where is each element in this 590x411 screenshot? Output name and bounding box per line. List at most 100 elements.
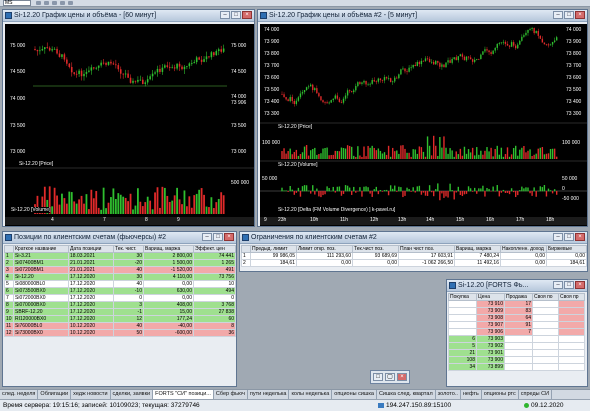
workspace-tab[interactable]: Сишка след. квартал	[376, 390, 436, 399]
column-header[interactable]: Лимит откр. поз.	[296, 245, 353, 253]
table-row[interactable]: 11 Si76000BL0 10.12.2020 40 -40,00 8	[4, 322, 236, 330]
table-row[interactable]: 10 RI120000BX0 17.12.2020 12 177,24 60	[4, 315, 236, 323]
workspace-tab[interactable]: спреды СИ	[518, 390, 553, 399]
workspace-tab[interactable]: опционы ртс	[481, 390, 519, 399]
close-button[interactable]: ×	[224, 233, 234, 241]
workspace-tab[interactable]: след. неделя	[0, 390, 39, 399]
positions-table[interactable]: Краткое название Дата позиции Тек. чист.…	[4, 245, 236, 337]
close-button[interactable]: ×	[242, 11, 252, 19]
tool-icon[interactable]	[36, 1, 41, 5]
maximize-button[interactable]: □	[231, 11, 241, 19]
ask-row[interactable]: 73 908 64	[448, 314, 585, 322]
limits-window[interactable]: Ограничения по клиентским счетам #2 – □ × …	[239, 231, 588, 272]
table-row[interactable]: 6 Si073500BX0 17.12.2020 -10 630,00 494	[4, 287, 236, 295]
delta-bar	[533, 187, 535, 192]
maximize-button[interactable]: □	[213, 233, 223, 241]
workspace-tab[interactable]: FORTS "СИ" позици...	[153, 390, 214, 399]
titlebar[interactable]: Si-12.20 График цены и объёма - [60 мину…	[3, 10, 254, 22]
tool-icon[interactable]	[44, 1, 49, 5]
minimized-window[interactable]: □ ▢ ×	[370, 370, 410, 384]
maximize-button[interactable]: □	[564, 233, 574, 241]
ask-row[interactable]: 73 906 7	[448, 328, 585, 336]
workspace-tab[interactable]: пути неделька	[247, 390, 290, 399]
volume-bar	[80, 195, 83, 214]
column-header[interactable]: Своя пр	[558, 293, 585, 301]
tool-icon[interactable]	[68, 1, 73, 5]
workspace-tab[interactable]: хедж новости	[71, 390, 111, 399]
table-row[interactable]: 4 Si-12.20 17.12.2020 30 4 110,00 73 756	[4, 273, 236, 281]
bid-row[interactable]: 5 73 902	[448, 342, 585, 350]
ask-row[interactable]: 73 907 91	[448, 321, 585, 329]
tool-icon[interactable]	[60, 1, 65, 5]
order-book-table[interactable]: Покупка Цена Продажа Своя по Своя пр 73 …	[448, 293, 585, 371]
column-header[interactable]: Краткое название	[13, 245, 69, 253]
restore-button[interactable]: □	[373, 373, 383, 381]
workspace-tab[interactable]: колы неделька	[289, 390, 333, 399]
column-header[interactable]: Продажа	[504, 293, 533, 301]
column-header[interactable]: Цена	[476, 293, 505, 301]
tool-icon[interactable]	[52, 1, 57, 5]
ask-row[interactable]: 73 909 83	[448, 307, 585, 315]
table-row[interactable]: 9 SBRF-12.20 17.12.2020 -1 15,00 27 838	[4, 308, 236, 316]
titlebar[interactable]: Позиции по клиентским счетам (фьючерсы) …	[3, 232, 236, 244]
bid-row[interactable]: 6 73 903	[448, 335, 585, 343]
titlebar[interactable]: Si-12.20 График цены и объёма #2 - [5 ми…	[258, 10, 587, 22]
maximize-button[interactable]: ▢	[385, 373, 395, 381]
column-header[interactable]	[4, 245, 14, 253]
minimize-button[interactable]: –	[553, 11, 563, 19]
bid-row[interactable]: 34 73 899	[448, 363, 585, 371]
titlebar[interactable]: Ограничения по клиентским счетам #2 – □ ×	[240, 232, 587, 244]
close-button[interactable]: ×	[575, 11, 585, 19]
maximize-button[interactable]: □	[564, 281, 574, 289]
table-row[interactable]: 7 Si072000BX0 17.12.2020 0 0,00 0	[4, 294, 236, 302]
table-row[interactable]: 1 99 986,05 111 293,60 93 689,69 17 603,91 7 …	[241, 252, 587, 260]
column-header[interactable]: Тек. чист.	[113, 245, 144, 253]
positions-window[interactable]: Позиции по клиентским счетам (фьючерсы) …	[2, 231, 237, 387]
workspace-tab[interactable]: сделки, заявки	[110, 390, 154, 399]
column-header[interactable]	[241, 245, 251, 253]
chart-canvas[interactable]: 74 000 73 900 73 800 73 700 73 600 73 50…	[260, 24, 587, 226]
bid-row[interactable]: 21 73 901	[448, 349, 585, 357]
minimize-button[interactable]: –	[553, 233, 563, 241]
chart-window-60min[interactable]: Si-12.20 График цены и объёма - [60 мину…	[2, 9, 255, 227]
minimize-button[interactable]: –	[202, 233, 212, 241]
minimize-button[interactable]: –	[553, 281, 563, 289]
column-header[interactable]: Своя по	[532, 293, 559, 301]
table-row[interactable]: 8 Si070000BX0 17.12.2020 3 408,00 3 768	[4, 301, 236, 309]
workspace-tab[interactable]: золото..	[435, 390, 461, 399]
ask-row[interactable]: 73 910 17	[448, 300, 585, 308]
table-row[interactable]: 2 Si07400BM1 21.01.2021 -20 1 500,00 1 265	[4, 259, 236, 267]
close-button[interactable]: ×	[575, 233, 585, 241]
column-header[interactable]: Эффект. цен	[193, 245, 236, 253]
column-header[interactable]: Вариац. маржа	[143, 245, 194, 253]
table-row[interactable]: 12 Si73000BX0 10.12.2020 50 -600,00 36	[4, 329, 236, 337]
table-row[interactable]: 3 Si07200BM1 21.01.2021 40 -1 520,00 491	[4, 266, 236, 274]
order-book-window[interactable]: Si-12.20 [FORTS Фь... – □ × Покупка Цена П…	[446, 279, 588, 387]
table-row[interactable]: 5 Si080000BL0 17.12.2020 40 0,00 10	[4, 280, 236, 288]
close-button[interactable]: ×	[397, 373, 407, 381]
table-row[interactable]: 1 Si-3.21 18.03.2021 30 2 800,00 74 441	[4, 252, 236, 260]
column-header[interactable]: Накопленн. доход	[500, 245, 547, 253]
workspace-tab[interactable]: Облигации	[38, 390, 72, 399]
column-header[interactable]: Тек.чист поз.	[352, 245, 399, 253]
titlebar[interactable]: Si-12.20 [FORTS Фь... – □ ×	[447, 280, 587, 292]
column-header[interactable]: Предыд. лимит	[250, 245, 297, 253]
close-button[interactable]: ×	[575, 281, 585, 289]
column-header[interactable]: План чист поз.	[398, 245, 455, 253]
volume-bar	[531, 156, 533, 159]
chart-canvas[interactable]: 75 000 74 500 74 000 73 500 73 000 75 00…	[5, 24, 254, 226]
limits-table[interactable]: Предыд. лимит Лимит откр. поз. Тек.чист …	[241, 245, 587, 267]
column-header[interactable]: Вариац. маржа	[454, 245, 501, 253]
table-row[interactable]: 2 184,61 0,00 0,00 -1 062 266,50 11 492,16 0,0…	[241, 259, 587, 267]
minimize-button[interactable]: –	[220, 11, 230, 19]
maximize-button[interactable]: □	[564, 11, 574, 19]
workspace-tab[interactable]: опционы сишка	[332, 390, 377, 399]
workspace-tab[interactable]: Сбер фьюч	[213, 390, 248, 399]
bid-row[interactable]: 108 73 900	[448, 356, 585, 364]
workspace-tab[interactable]: нефть	[460, 390, 482, 399]
column-header[interactable]: Биржевые	[546, 245, 587, 253]
column-header[interactable]: Дата позиции	[68, 245, 114, 253]
column-header[interactable]: Покупка	[448, 293, 477, 301]
chart-window-5min[interactable]: Si-12.20 График цены и объёма #2 - [5 ми…	[257, 9, 588, 227]
class-combo[interactable]: MS	[3, 0, 31, 6]
